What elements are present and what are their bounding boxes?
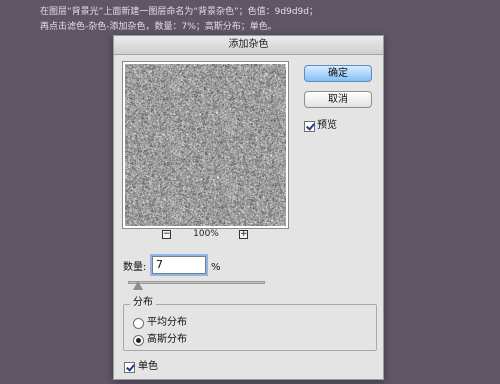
radio-uniform-label: 平均分布 <box>147 317 187 328</box>
distribution-title: 分布 <box>130 297 156 309</box>
monochrome-checkbox[interactable] <box>124 362 135 373</box>
amount-label: 数量: <box>123 262 147 273</box>
instruction-text: 在图层“背景光”上面新建一图层命名为“背景杂色”；色值：9d9d9d； 再点击滤… <box>0 0 500 40</box>
zoom-in-button[interactable]: + <box>239 230 248 239</box>
monochrome-label: 单色 <box>138 361 158 372</box>
zoom-out-button[interactable]: − <box>162 230 171 239</box>
dialog-title: 添加杂色 <box>114 36 383 55</box>
preview-checkbox[interactable] <box>304 121 315 132</box>
ok-button[interactable]: 确定 <box>304 65 372 82</box>
radio-uniform[interactable] <box>133 318 144 329</box>
preview-label: 预览 <box>317 120 337 131</box>
noise-preview-image <box>125 64 286 226</box>
amount-unit: % <box>211 262 221 273</box>
zoom-level: 100% <box>193 229 219 239</box>
radio-gaussian[interactable] <box>133 335 144 346</box>
preview-frame[interactable] <box>122 61 289 229</box>
instruction-line-2: 再点击滤色-杂色-添加杂色，数量：7%；高斯分布；单色。 <box>40 21 277 34</box>
add-noise-dialog: 添加杂色 − 100% + 确定 取消 预览 数量: 7 % 分布 平均分布 高… <box>113 35 384 380</box>
instruction-line-1: 在图层“背景光”上面新建一图层命名为“背景杂色”；色值：9d9d9d； <box>40 6 318 19</box>
amount-slider-track[interactable] <box>128 281 265 284</box>
cancel-button[interactable]: 取消 <box>304 91 372 108</box>
radio-gaussian-label: 高斯分布 <box>147 334 187 345</box>
amount-slider-thumb[interactable] <box>132 281 143 290</box>
amount-input[interactable]: 7 <box>150 254 208 276</box>
